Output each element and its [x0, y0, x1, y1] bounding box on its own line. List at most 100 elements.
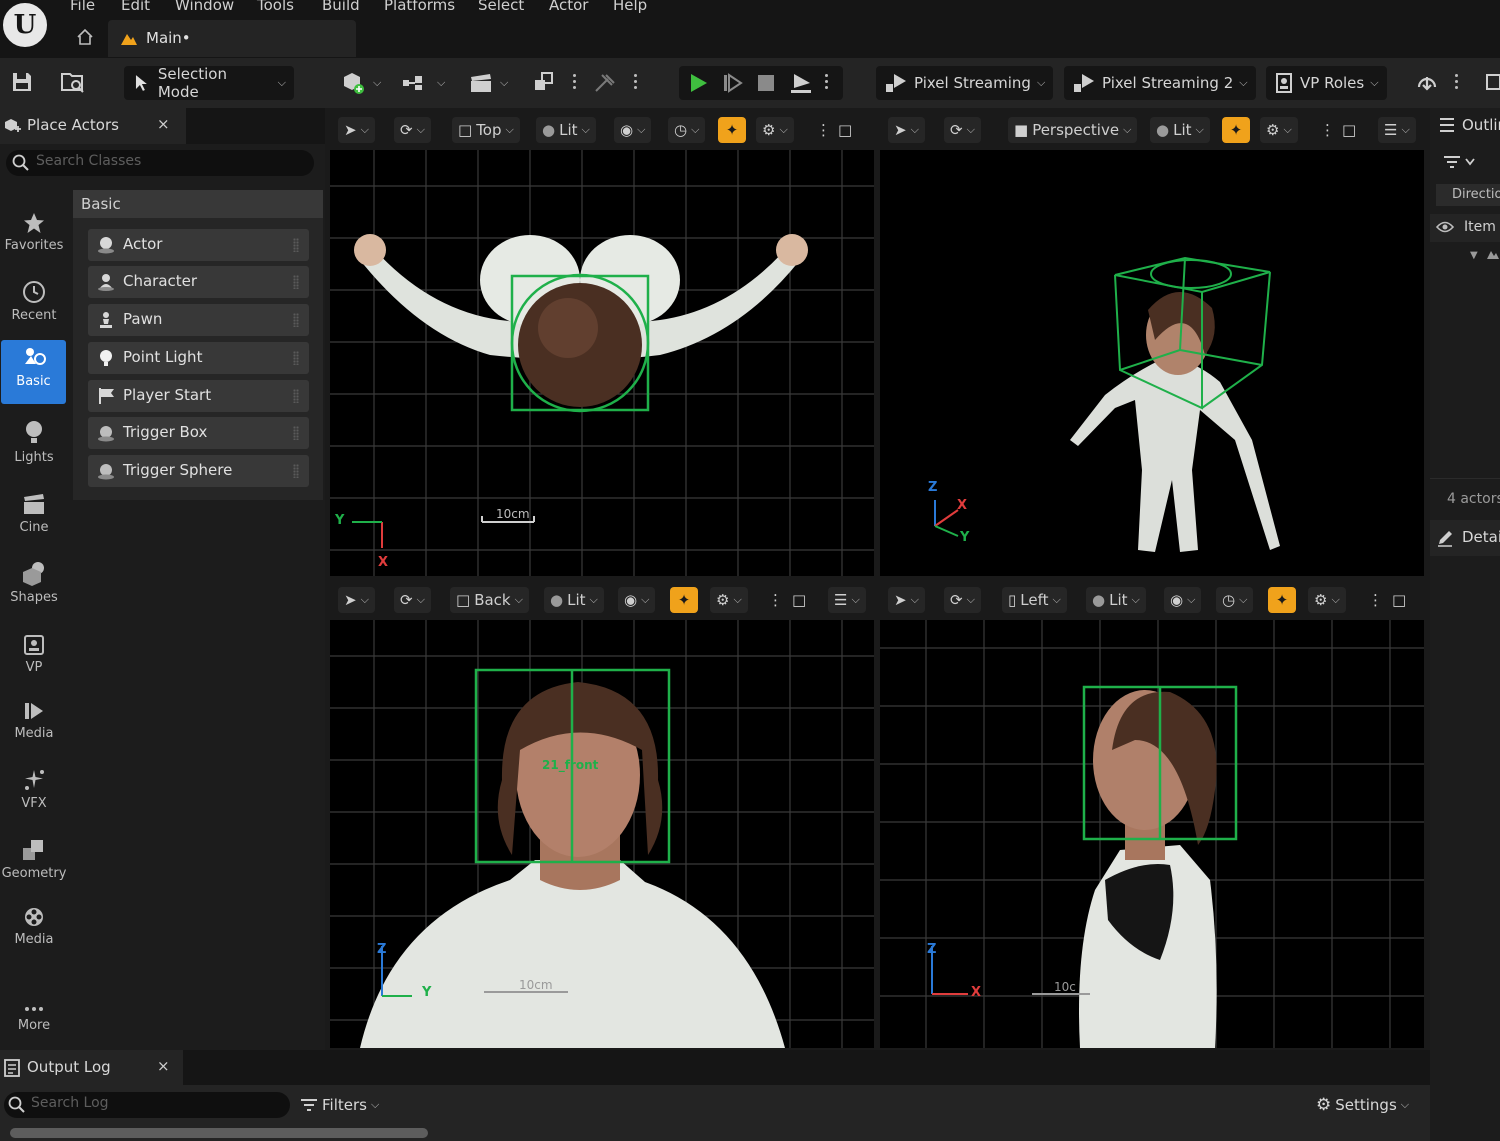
drag-handle-icon[interactable] — [293, 238, 299, 252]
viewport-top[interactable]: 10cm Y X — [330, 150, 874, 576]
category-favorites[interactable]: Favorites — [0, 204, 68, 266]
drag-handle-icon[interactable] — [293, 275, 299, 289]
drag-handle-icon[interactable] — [293, 464, 299, 478]
platforms-icon[interactable] — [532, 70, 558, 94]
home-icon[interactable] — [76, 28, 94, 46]
maximize-viewport-icon[interactable]: □ — [832, 117, 858, 143]
more-options-icon[interactable] — [634, 72, 638, 94]
menu-build[interactable]: Build — [322, 0, 360, 14]
eject-icon[interactable] — [789, 72, 813, 94]
pixel-streaming-2-dropdown[interactable]: Pixel Streaming 2 ⌵ — [1064, 66, 1256, 100]
view-type-left-dropdown[interactable]: ▯ Left ⌵ — [1002, 587, 1067, 613]
viewport-settings-dropdown[interactable]: ⚙ ⌵ — [1260, 117, 1298, 143]
show-flags-dropdown[interactable]: ◉ ⌵ — [614, 117, 652, 143]
menu-window[interactable]: Window — [175, 0, 234, 14]
view-type-perspective-dropdown[interactable]: ■ Perspective ⌵ — [1008, 117, 1138, 143]
category-geometry[interactable]: Geometry — [0, 832, 68, 894]
source-control-icon[interactable] — [1413, 69, 1441, 95]
category-lights[interactable]: Lights — [0, 416, 68, 478]
category-recent[interactable]: Recent — [0, 274, 68, 336]
output-log-tab[interactable]: Output Log × — [0, 1050, 183, 1085]
transform-tools-dropdown[interactable]: ➤ ⌵ — [338, 117, 375, 143]
selection-mode-dropdown[interactable]: Selection Mode ⌵ — [124, 65, 294, 101]
transform-tools-dropdown[interactable]: ➤ ⌵ — [338, 587, 375, 613]
actor-item-actor[interactable]: Actor — [88, 229, 309, 261]
vp-roles-dropdown[interactable]: VP Roles ⌵ — [1266, 66, 1387, 100]
menu-select[interactable]: Select — [478, 0, 524, 14]
transform-tools-dropdown[interactable]: ➤ ⌵ — [888, 117, 925, 143]
stop-icon[interactable] — [755, 72, 777, 94]
category-vp[interactable]: VP — [0, 626, 68, 688]
details-tab[interactable]: Detail — [1430, 520, 1500, 556]
viewport-perspective[interactable]: Z X Y — [880, 150, 1424, 576]
unreal-logo[interactable]: U — [0, 0, 50, 50]
rotate-mode-dropdown[interactable]: ⟳ ⌵ — [944, 117, 981, 143]
viewport-settings-dropdown[interactable]: ⚙ ⌵ — [756, 117, 794, 143]
filter-icon[interactable] — [1442, 154, 1478, 170]
rotate-mode-dropdown[interactable]: ⟳ ⌵ — [394, 117, 431, 143]
category-more[interactable]: More — [0, 984, 68, 1046]
realtime-dropdown[interactable]: ◷ ⌵ — [668, 117, 706, 143]
search-classes-input[interactable]: Search Classes — [6, 150, 314, 176]
build-tools-icon[interactable] — [592, 71, 618, 95]
category-media-2[interactable]: Media — [0, 898, 68, 960]
play-icon[interactable] — [687, 72, 709, 94]
snap-toggle[interactable]: ✦ — [718, 117, 746, 143]
close-icon[interactable]: × — [157, 1057, 170, 1075]
viewport-settings-dropdown[interactable]: ⚙ ⌵ — [710, 587, 748, 613]
tree-expand-icon[interactable]: ▼ — [1470, 250, 1478, 261]
actor-item-trigger-sphere[interactable]: Trigger Sphere — [88, 455, 309, 487]
save-icon[interactable] — [10, 70, 34, 94]
lit-mode-dropdown[interactable]: ● Lit ⌵ — [1150, 117, 1210, 143]
actor-item-trigger-box[interactable]: Trigger Box — [88, 417, 309, 449]
category-basic[interactable]: Basic — [1, 340, 66, 404]
actor-item-character[interactable]: Character — [88, 266, 309, 298]
layout-menu-dropdown[interactable]: ☰ ⌵ — [1378, 117, 1416, 143]
category-cine[interactable]: Cine — [0, 486, 68, 548]
category-media[interactable]: Media — [0, 692, 68, 754]
snap-toggle[interactable]: ✦ — [1268, 587, 1296, 613]
pixel-streaming-dropdown[interactable]: Pixel Streaming ⌵ — [876, 66, 1054, 100]
drag-handle-icon[interactable] — [293, 351, 299, 365]
more-options-icon[interactable] — [573, 72, 577, 94]
transform-tools-dropdown[interactable]: ➤ ⌵ — [888, 587, 925, 613]
show-flags-dropdown[interactable]: ◉ ⌵ — [1164, 587, 1202, 613]
menu-file[interactable]: File — [70, 0, 95, 14]
settings-dropdown[interactable]: ⚙ Settings ⌵ — [1316, 1094, 1409, 1116]
lit-mode-dropdown[interactable]: ● Lit ⌵ — [536, 117, 596, 143]
filters-dropdown[interactable]: Filters ⌵ — [300, 1094, 379, 1116]
lit-mode-dropdown[interactable]: ● Lit ⌵ — [1086, 587, 1146, 613]
category-shapes[interactable]: Shapes — [0, 556, 68, 618]
viewport-left[interactable]: 10c Z X — [880, 620, 1424, 1048]
menu-platforms[interactable]: Platforms — [384, 0, 455, 14]
content-browser-icon[interactable] — [60, 70, 86, 94]
layout-menu-dropdown[interactable]: ☰ ⌵ — [828, 587, 866, 613]
horizontal-scrollbar[interactable] — [10, 1128, 428, 1138]
category-vfx[interactable]: VFX — [0, 762, 68, 824]
maximize-viewport-icon[interactable]: □ — [786, 587, 812, 613]
maximize-viewport-icon[interactable]: □ — [1386, 587, 1412, 613]
menu-help[interactable]: Help — [613, 0, 647, 14]
rotate-mode-dropdown[interactable]: ⟳ ⌵ — [944, 587, 981, 613]
eye-icon[interactable] — [1436, 220, 1454, 234]
view-type-back-dropdown[interactable]: □ Back ⌵ — [450, 587, 529, 613]
add-actor-button[interactable]: ⌵ — [333, 66, 389, 100]
maximize-viewport-icon[interactable]: □ — [1336, 117, 1362, 143]
viewport-back[interactable]: 10cm 21_front Z Y — [330, 620, 874, 1048]
snap-toggle[interactable]: ✦ — [670, 587, 698, 613]
more-options-icon[interactable] — [825, 72, 829, 94]
show-flags-dropdown[interactable]: ◉ ⌵ — [618, 587, 656, 613]
view-type-top-dropdown[interactable]: □ Top ⌵ — [452, 117, 520, 143]
menu-edit[interactable]: Edit — [121, 0, 150, 14]
actor-item-point-light[interactable]: Point Light — [88, 342, 309, 374]
step-forward-icon[interactable] — [721, 72, 743, 94]
rotate-mode-dropdown[interactable]: ⟳ ⌵ — [394, 587, 431, 613]
settings-icon[interactable] — [1484, 72, 1500, 92]
actor-item-pawn[interactable]: Pawn — [88, 304, 309, 336]
drag-handle-icon[interactable] — [293, 389, 299, 403]
place-actors-tab[interactable]: Place Actors × — [0, 108, 186, 144]
lit-mode-dropdown[interactable]: ● Lit ⌵ — [544, 587, 604, 613]
close-icon[interactable]: × — [157, 115, 170, 133]
more-options-icon[interactable]: ⋮ — [1362, 587, 1389, 613]
document-tab-main[interactable]: Main• — [108, 20, 356, 57]
